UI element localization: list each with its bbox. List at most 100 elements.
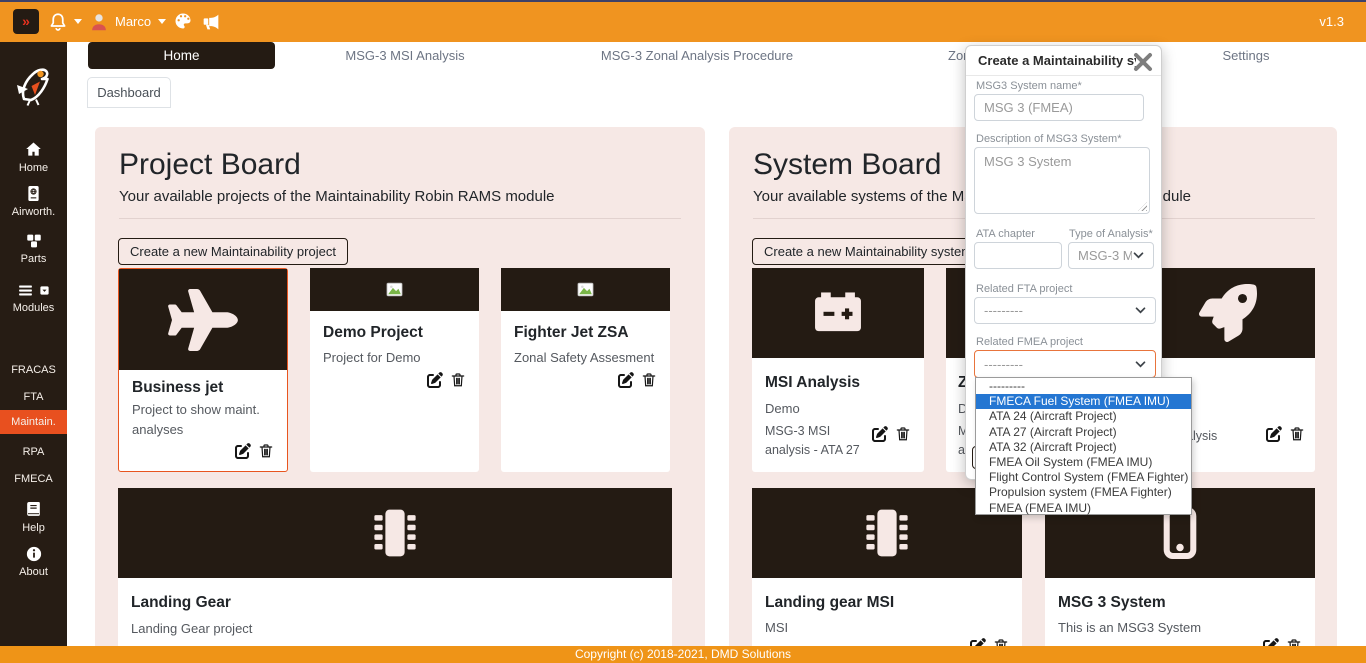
trash-icon[interactable] (895, 426, 911, 442)
info-circle-icon (25, 545, 43, 563)
dropdown-option[interactable]: --------- (976, 379, 1191, 394)
caret-square-down-icon[interactable] (39, 285, 50, 296)
rocket-icon (1199, 284, 1257, 342)
close-icon[interactable] (1131, 50, 1155, 74)
notifications-caret-icon[interactable] (74, 19, 82, 24)
dropdown-option[interactable]: FMEA (FMEA IMU) (976, 501, 1191, 516)
sidebar-item-maintain[interactable]: Maintain. (0, 410, 67, 434)
edit-icon[interactable] (618, 372, 634, 388)
dropdown-option[interactable]: ATA 32 (Aircraft Project) (976, 440, 1191, 455)
card-image (1140, 268, 1315, 358)
related-fmea-select[interactable]: --------- (974, 350, 1156, 378)
chevron-down-icon (1135, 361, 1146, 368)
project-card-business-jet[interactable]: Business jet Project to show maint. anal… (118, 268, 288, 472)
dropdown-option[interactable]: ATA 27 (Aircraft Project) (976, 425, 1191, 440)
sidebar-item-label: Modules (13, 302, 55, 314)
trash-icon[interactable] (641, 372, 657, 388)
nav-tab-msi-analysis[interactable]: MSG-3 MSI Analysis (330, 48, 480, 63)
theme-palette-icon[interactable] (173, 11, 193, 33)
trash-icon[interactable] (450, 372, 466, 388)
sidebar-item-rpa[interactable]: RPA (0, 446, 67, 458)
card-image (310, 268, 479, 311)
dropdown-option[interactable]: ATA 24 (Aircraft Project) (976, 409, 1191, 424)
sidebar-item-parts[interactable]: Parts (0, 232, 67, 265)
card-title: Landing Gear (131, 594, 231, 612)
tab-dashboard[interactable]: Dashboard (87, 77, 171, 108)
card-title: Demo Project (323, 324, 423, 342)
edit-icon[interactable] (427, 372, 443, 388)
sidebar-item-label: RPA (23, 446, 45, 458)
project-board-subtitle: Your available projects of the Maintaina… (119, 188, 555, 205)
sidebar-item-fmeca[interactable]: FMECA (0, 473, 67, 485)
sidebar-item-airworthiness[interactable]: Airworth. (0, 184, 67, 218)
app-version: v1.3 (1319, 14, 1344, 29)
sidebar-item-fracas[interactable]: FRACAS (0, 364, 67, 376)
select-value: --------- (984, 303, 1023, 318)
sidebar-item-home[interactable]: Home (0, 140, 67, 174)
user-menu-caret-icon[interactable] (158, 19, 166, 24)
sidebar-item-label: FMECA (14, 473, 53, 485)
edit-icon[interactable] (235, 443, 251, 459)
card-image (119, 269, 287, 370)
nav-tab-zonal-analysis-procedure[interactable]: MSG-3 Zonal Analysis Procedure (597, 48, 797, 63)
fmea-field-label: Related FMEA project (976, 336, 1083, 348)
sidebar-item-fta[interactable]: FTA (0, 391, 67, 403)
sidebar-item-modules[interactable]: Modules (0, 282, 67, 314)
topbar: » Marco v1.3 (0, 0, 1366, 42)
project-card-demo[interactable]: Demo Project Project for Demo (310, 268, 479, 472)
nav-tab-home[interactable]: Home (88, 42, 275, 69)
robin-logo (10, 60, 58, 112)
bars-icon (17, 282, 34, 299)
description-field[interactable]: MSG 3 System (974, 147, 1150, 214)
type-of-analysis-select[interactable]: MSG-3 MSI (1068, 242, 1154, 269)
sidebar: Home Airworth. Parts Modules FRACAS FTA … (0, 42, 67, 663)
ata-field-label: ATA chapter (976, 228, 1035, 240)
announcements-megaphone-icon[interactable] (200, 11, 222, 33)
textarea-resize-handle[interactable] (1138, 202, 1147, 211)
card-description: Zonal Safety Assesment (514, 348, 664, 368)
edit-icon[interactable] (1266, 426, 1282, 442)
dropdown-option[interactable]: Flight Control System (FMEA Fighter) (976, 470, 1191, 485)
car-battery-icon (809, 284, 867, 342)
user-menu[interactable]: Marco (115, 14, 151, 29)
ata-chapter-field[interactable] (974, 242, 1062, 269)
project-board-title: Project Board (119, 148, 301, 182)
card-description: Landing Gear project (131, 619, 531, 639)
sidebar-item-label: Maintain. (11, 416, 56, 428)
name-field[interactable] (974, 94, 1144, 121)
create-system-button[interactable]: Create a new Maintainability system (752, 238, 984, 265)
card-title: Fighter Jet ZSA (514, 324, 629, 342)
related-fta-select[interactable]: --------- (974, 297, 1156, 324)
card-image (752, 268, 924, 358)
trash-icon[interactable] (1289, 426, 1305, 442)
sidebar-collapse-button[interactable]: » (13, 9, 39, 34)
edit-icon[interactable] (872, 426, 888, 442)
user-avatar[interactable] (88, 11, 110, 33)
cubes-icon (25, 232, 43, 250)
notifications-bell-icon[interactable] (47, 11, 69, 33)
description-field-label: Description of MSG3 System* (976, 133, 1122, 145)
trash-icon[interactable] (258, 443, 274, 459)
dropdown-option-selected[interactable]: FMECA Fuel System (FMEA IMU) (976, 394, 1191, 409)
card-actions (427, 372, 466, 388)
create-project-button[interactable]: Create a new Maintainability project (118, 238, 348, 265)
sidebar-item-label: Parts (21, 253, 47, 265)
fmea-project-dropdown-list: --------- FMECA Fuel System (FMEA IMU) A… (975, 377, 1192, 515)
card-description: This is an MSG3 System (1058, 618, 1201, 638)
card-title: MSG 3 System (1058, 594, 1166, 612)
sidebar-item-help[interactable]: Help (0, 500, 67, 534)
home-icon (24, 140, 43, 159)
chevron-down-icon (1135, 307, 1146, 314)
app-screen: » Marco v1.3 Home Airworth. Parts (0, 0, 1366, 663)
book-icon (24, 500, 43, 519)
modal-title: Create a Maintainability system (978, 53, 1136, 68)
system-card-msi-analysis[interactable]: MSI Analysis Demo MSG-3 MSI analysis - A… (752, 268, 924, 472)
sidebar-item-about[interactable]: About (0, 545, 67, 578)
project-card-landing-gear[interactable]: Landing Gear Landing Gear project (118, 488, 672, 663)
nav-tab-settings[interactable]: Settings (1206, 48, 1286, 63)
dropdown-option[interactable]: FMEA Oil System (FMEA IMU) (976, 455, 1191, 470)
microchip-icon (854, 500, 920, 566)
project-card-fighter-jet-zsa[interactable]: Fighter Jet ZSA Zonal Safety Assesment (501, 268, 670, 472)
broken-image-icon (576, 280, 595, 299)
dropdown-option[interactable]: Propulsion system (FMEA Fighter) (976, 485, 1191, 500)
